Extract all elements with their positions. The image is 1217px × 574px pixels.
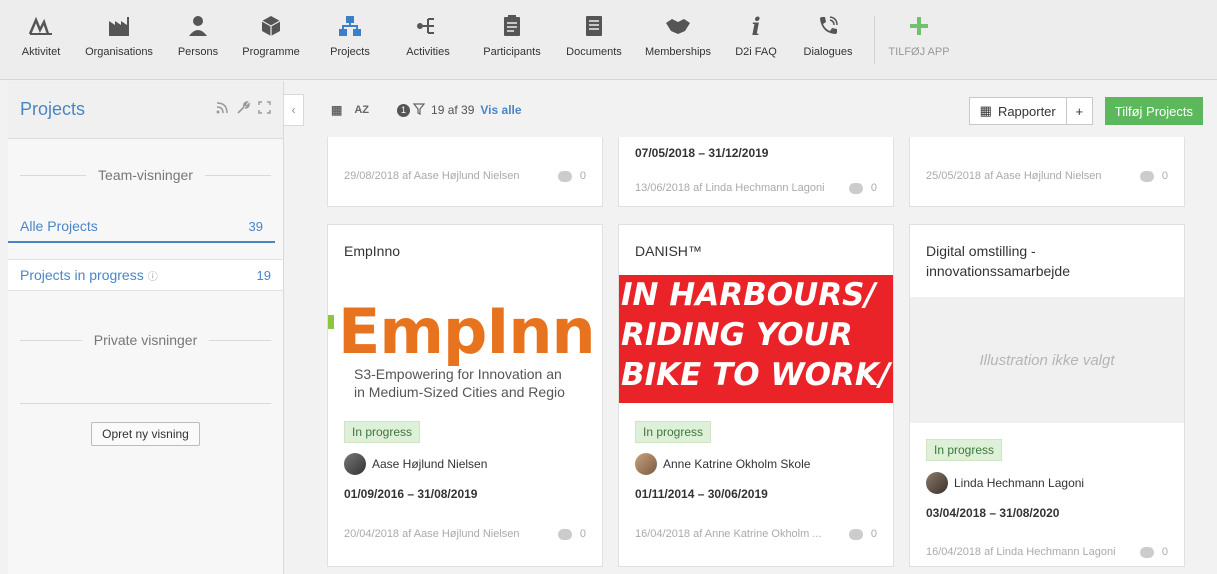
collapse-sidebar-button[interactable]: ‹ [284,94,304,126]
expand-icon[interactable] [258,100,271,119]
view-count: 39 [248,218,263,234]
result-count: 19 af 39 [431,103,475,117]
app-d2i-faq[interactable]: i D2i FAQ [724,0,788,80]
list-toolbar: ▦ AZ 1 19 af 39 Vis alle ▦ Rapporter + Ti… [305,81,1217,139]
info-icon: ⓘ [147,272,158,283]
avatar [926,472,948,494]
hierarchy-icon [335,12,365,40]
cube-icon [256,12,286,40]
filter-count-badge: 1 [397,103,411,117]
add-project-button[interactable]: Tilføj Projects [1104,97,1203,125]
app-activities[interactable]: Activities [388,0,468,80]
card-owner: Linda Hechmann Lagoni [926,472,1084,494]
avatar [344,453,366,475]
report-icon: ▦ [979,103,992,118]
card-title: EmpInno [344,243,401,259]
project-image: EmpInn S3-Empowering for Innovation an in… [328,289,602,411]
app-projects[interactable]: Projects [312,0,388,80]
grid-view-icon[interactable]: ▦ [331,103,342,117]
comment-icon [848,528,863,540]
comment-icon [557,528,572,540]
project-card-danish[interactable]: DANISH™ IN HARBOURS/ RIDING YOUR BIKE TO… [618,224,894,567]
document-icon [579,12,609,40]
app-participants[interactable]: Participants [468,0,556,80]
card-title: DANISH™ [635,243,702,259]
clipboard-icon [497,12,527,40]
app-dialogues[interactable]: Dialogues [788,0,868,80]
chevron-left-icon: ‹ [291,103,296,117]
comment-icon [1139,546,1154,558]
filter-icon[interactable] [412,102,426,118]
status-badge: In progress [344,421,421,443]
report-plus-button[interactable]: + [1066,97,1093,125]
flow-icon [413,12,443,40]
rss-icon[interactable] [216,101,229,119]
app-persons[interactable]: Persons [166,0,230,80]
sidebar: Projects ‹ Team-visninger Alle Projects … [8,81,304,574]
card-title: Digital omstilling - innovationssamarbej… [926,243,1070,279]
card-owner: Anne Katrine Okholm Skole [635,453,810,475]
sidebar-divider [20,403,271,404]
app-aktivitet[interactable]: Aktivitet [10,0,72,80]
app-add[interactable]: TILFØJ APP [881,0,957,80]
project-card-digital-omstilling[interactable]: Digital omstilling - innovationssamarbej… [909,224,1185,567]
app-programme[interactable]: Programme [230,0,312,80]
comment-icon [1139,170,1154,182]
handshake-icon [663,12,693,40]
sidebar-header: Projects [8,81,283,139]
app-organisations[interactable]: Organisations [72,0,166,80]
report-button[interactable]: ▦ Rapporter [968,97,1067,125]
status-badge: In progress [926,439,1003,461]
activity-icon [26,12,56,40]
toolbar-actions: ▦ Rapporter + Tilføj Projects [968,97,1203,125]
person-icon [183,12,213,40]
project-image: IN HARBOURS/ RIDING YOUR BIKE TO WORK/ [619,275,893,403]
card-owner: Aase Højlund Nielsen [344,453,487,475]
app-bar: Aktivitet Organisations Persons Programm… [0,0,1217,80]
project-card[interactable]: 29/08/2018 af Aase Højlund Nielsen 0 [327,137,603,207]
wrench-icon[interactable] [237,100,250,119]
status-badge: In progress [635,421,712,443]
no-image-placeholder: Illustration ikke valgt [910,297,1184,423]
sidebar-title: Projects [20,99,86,119]
sort-az-button[interactable]: AZ [354,104,369,116]
app-bar-divider [874,16,875,64]
view-all-projects[interactable]: Alle Projects 39 [8,211,275,243]
private-views-label: Private visninger [8,291,283,389]
team-views-label: Team-visninger [8,139,283,211]
sidebar-tools [216,100,271,119]
view-count: 19 [256,267,271,283]
project-card[interactable]: 25/05/2018 af Aase Højlund Nielsen 0 [909,137,1185,207]
show-all-link[interactable]: Vis alle [480,103,521,117]
info-icon: i [751,11,761,41]
main-content: ▦ AZ 1 19 af 39 Vis alle ▦ Rapporter + Ti… [305,81,1217,574]
create-view-button[interactable]: Opret ny visning [91,422,200,446]
comment-icon [557,170,572,182]
project-card-empinno[interactable]: EmpInno EmpInn S3-Empowering for Innovat… [327,224,603,567]
project-card[interactable]: 07/05/2018 – 31/12/2019 13/06/2018 af Li… [618,137,894,207]
comment-icon [848,182,863,194]
view-projects-in-progress[interactable]: Projects in progress ⓘ 19 [8,259,283,291]
plus-icon [904,12,934,40]
app-documents[interactable]: Documents [556,0,632,80]
avatar [635,453,657,475]
app-memberships[interactable]: Memberships [632,0,724,80]
phone-icon [813,12,843,40]
factory-icon [104,12,134,40]
